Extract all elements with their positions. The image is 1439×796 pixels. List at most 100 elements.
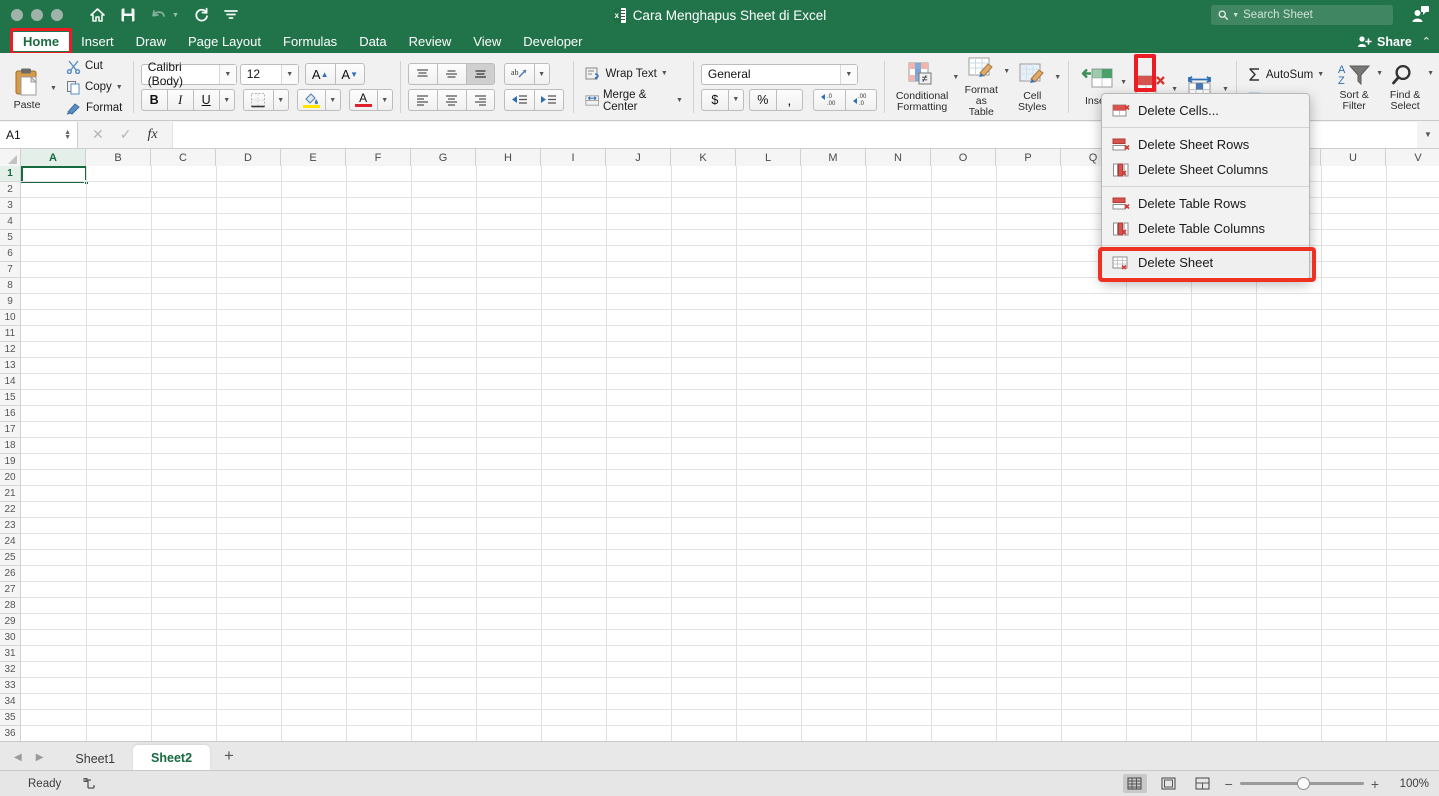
delete-cells-caret-icon[interactable]: ▼: [1171, 86, 1178, 93]
select-all-corner[interactable]: [0, 149, 21, 166]
row-header-14[interactable]: 14: [0, 374, 21, 390]
row-header-25[interactable]: 25: [0, 550, 21, 566]
search-chevron-icon[interactable]: ▼: [1232, 12, 1239, 19]
row-header-29[interactable]: 29: [0, 614, 21, 630]
ribbon-tab-page-layout[interactable]: Page Layout: [177, 32, 272, 51]
font-family-select[interactable]: Calibri (Body) ▼: [140, 60, 237, 88]
row-header-21[interactable]: 21: [0, 486, 21, 502]
row-header-30[interactable]: 30: [0, 630, 21, 646]
bold-button[interactable]: B: [140, 89, 167, 111]
cell-styles-caret-icon[interactable]: ▼: [1054, 74, 1061, 81]
next-sheet-icon[interactable]: ▶: [36, 752, 44, 763]
cancel-formula-icon[interactable]: ✕: [92, 126, 104, 143]
menu-item-delete-cells[interactable]: Delete Cells...: [1102, 98, 1309, 123]
row-header-18[interactable]: 18: [0, 438, 21, 454]
row-header-2[interactable]: 2: [0, 182, 21, 198]
column-header-H[interactable]: H: [476, 149, 541, 166]
menu-item-delete-sheet-rows[interactable]: Delete Sheet Rows: [1102, 132, 1309, 157]
zoom-slider[interactable]: − +: [1225, 776, 1379, 792]
name-box-spinner-icon[interactable]: ▲ ▼: [64, 129, 71, 141]
close-window-button[interactable]: [11, 9, 23, 21]
delete-dropdown-menu[interactable]: Delete Cells... Delete Sheet Rows Delete…: [1101, 93, 1310, 280]
collapse-ribbon-icon[interactable]: ⌃: [1422, 35, 1431, 48]
search-box[interactable]: ▼: [1211, 5, 1393, 25]
increase-font-size-button[interactable]: A ▲: [304, 63, 335, 85]
ribbon-tab-developer[interactable]: Developer: [512, 32, 593, 51]
row-header-22[interactable]: 22: [0, 502, 21, 518]
wrap-text-button[interactable]: Wrap Text ▼: [582, 64, 686, 83]
increase-indent-button[interactable]: [533, 89, 564, 111]
name-box[interactable]: A1 ▲ ▼: [0, 121, 78, 148]
column-header-C[interactable]: C: [151, 149, 216, 166]
row-header-1[interactable]: 1: [0, 166, 21, 182]
account-avatar-icon[interactable]: [1410, 4, 1430, 24]
align-middle-button[interactable]: [436, 63, 466, 85]
page-break-view-button[interactable]: [1191, 774, 1215, 793]
row-header-19[interactable]: 19: [0, 454, 21, 470]
row-header-23[interactable]: 23: [0, 518, 21, 534]
enter-formula-icon[interactable]: ✓: [120, 126, 132, 143]
autosum-button[interactable]: AutoSum ▼: [1244, 65, 1327, 84]
merge-center-button[interactable]: Merge & Center ▼: [582, 89, 686, 113]
decrease-decimal-button[interactable]: .00.0: [844, 88, 877, 111]
row-header-28[interactable]: 28: [0, 598, 21, 614]
column-header-F[interactable]: F: [346, 149, 411, 166]
minimize-window-button[interactable]: [31, 9, 43, 21]
cell-styles-button[interactable]: Cell Styles: [1010, 62, 1054, 113]
share-button[interactable]: Share: [1357, 35, 1412, 49]
row-header-15[interactable]: 15: [0, 390, 21, 406]
column-header-B[interactable]: B: [86, 149, 151, 166]
decrease-font-size-button[interactable]: A ▼: [334, 63, 365, 85]
zoom-knob[interactable]: [1296, 777, 1310, 790]
add-sheet-button[interactable]: +: [210, 746, 248, 770]
borders-button[interactable]: [242, 89, 273, 111]
fill-color-caret-icon[interactable]: ▼: [324, 89, 341, 111]
orientation-caret-icon[interactable]: ▼: [533, 63, 550, 85]
undo-icon[interactable]: [150, 7, 168, 23]
ribbon-tab-draw[interactable]: Draw: [125, 32, 177, 51]
expand-formula-bar-icon[interactable]: ▼: [1417, 130, 1439, 139]
autosum-caret-icon[interactable]: ▼: [1317, 71, 1324, 78]
column-header-J[interactable]: J: [606, 149, 671, 166]
previous-sheet-icon[interactable]: ◀: [14, 752, 22, 763]
font-family-caret-icon[interactable]: ▼: [218, 64, 236, 84]
column-header-U[interactable]: U: [1321, 149, 1386, 166]
page-layout-view-button[interactable]: [1157, 774, 1181, 793]
row-header-11[interactable]: 11: [0, 326, 21, 342]
normal-view-button[interactable]: [1122, 774, 1147, 793]
ribbon-tab-review[interactable]: Review: [398, 32, 463, 51]
row-header-27[interactable]: 27: [0, 582, 21, 598]
decrease-indent-button[interactable]: [503, 89, 534, 111]
number-format-select[interactable]: General ▼: [700, 63, 858, 85]
menu-item-delete-sheet-columns[interactable]: Delete Sheet Columns: [1102, 157, 1309, 182]
menu-item-delete-table-columns[interactable]: Delete Table Columns: [1102, 216, 1309, 241]
zoom-in-button[interactable]: +: [1371, 776, 1379, 792]
menu-item-delete-sheet[interactable]: Delete Sheet: [1102, 250, 1309, 275]
row-header-26[interactable]: 26: [0, 566, 21, 582]
comma-button[interactable]: ,: [775, 88, 803, 111]
undo-caret-icon[interactable]: ▼: [172, 12, 179, 19]
customize-toolbar-icon[interactable]: [224, 9, 238, 21]
row-header-35[interactable]: 35: [0, 710, 21, 726]
fill-color-button[interactable]: [296, 89, 325, 111]
ribbon-tab-formulas[interactable]: Formulas: [272, 32, 348, 51]
align-bottom-button[interactable]: [465, 63, 495, 85]
sheet-tab-sheet2[interactable]: Sheet2: [133, 745, 211, 770]
font-size-select[interactable]: 12 ▼: [239, 63, 299, 85]
percent-button[interactable]: %: [748, 88, 776, 111]
ribbon-tab-view[interactable]: View: [462, 32, 512, 51]
column-header-K[interactable]: K: [671, 149, 736, 166]
row-header-13[interactable]: 13: [0, 358, 21, 374]
row-header-36[interactable]: 36: [0, 726, 21, 741]
column-header-D[interactable]: D: [216, 149, 281, 166]
copy-button[interactable]: Copy ▼: [63, 78, 126, 97]
column-header-G[interactable]: G: [411, 149, 476, 166]
row-header-34[interactable]: 34: [0, 694, 21, 710]
sheet-tab-sheet1[interactable]: Sheet1: [57, 747, 133, 770]
row-header-17[interactable]: 17: [0, 422, 21, 438]
merge-center-caret-icon[interactable]: ▼: [676, 97, 683, 104]
find-select-button[interactable]: Find & Select: [1383, 63, 1427, 112]
orientation-button[interactable]: ab: [503, 63, 534, 85]
conditional-formatting-button[interactable]: ≠ Conditional Formatting: [892, 62, 953, 113]
underline-button[interactable]: U: [192, 89, 219, 111]
